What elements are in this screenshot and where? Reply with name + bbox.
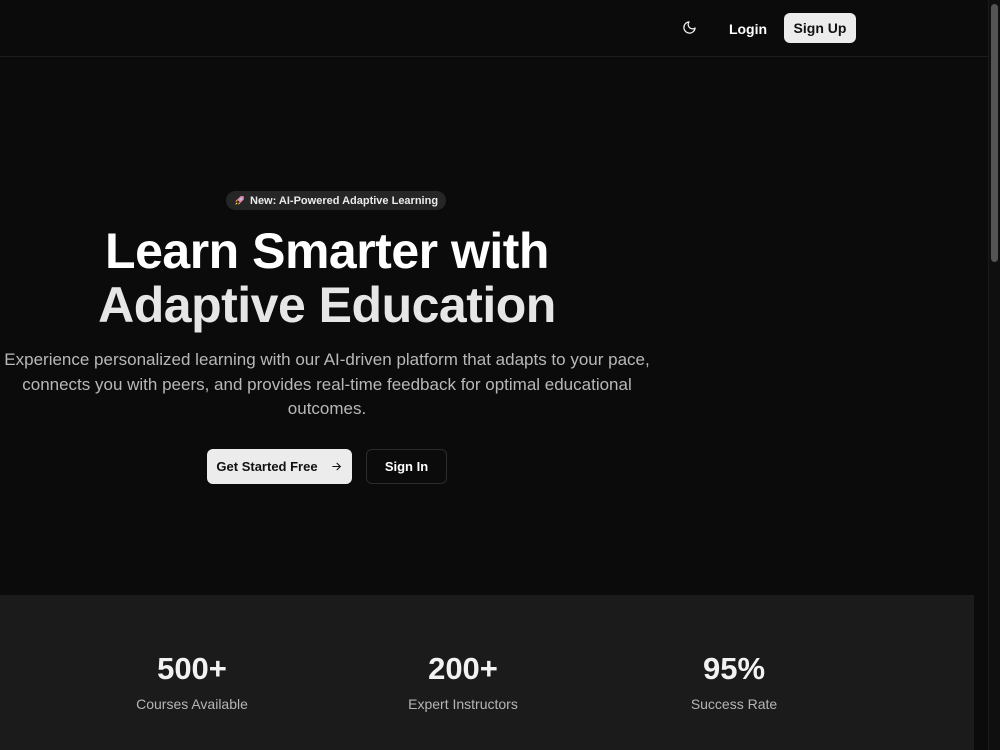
hero-title-line1: Learn Smarter with [105,223,549,279]
badge-text: New: AI-Powered Adaptive Learning [250,194,439,207]
stat-label: Expert Instructors [408,696,518,712]
vertical-scrollbar[interactable] [988,0,1000,750]
stat-label: Courses Available [136,696,248,712]
signup-button[interactable]: Sign Up [784,13,856,43]
stats-section: 500+ Courses Available 200+ Expert Instr… [0,595,974,750]
stat-label: Success Rate [690,696,778,712]
sign-in-button[interactable]: Sign In [366,449,447,484]
hero-title: Learn Smarter with Adaptive Education [0,224,654,332]
top-navbar: Login Sign Up [0,0,988,57]
get-started-label: Get Started Free [216,459,318,474]
stat-value: 200+ [428,651,498,686]
rocket-icon [234,195,245,206]
moon-icon [682,20,696,34]
login-button[interactable]: Login [722,14,774,44]
landing-page: Login Sign Up New: AI-Powered Adaptive L… [0,0,1000,750]
theme-toggle-button[interactable] [678,16,700,38]
stat-value: 500+ [157,651,227,686]
announcement-badge: New: AI-Powered Adaptive Learning [226,191,447,210]
scrollbar-thumb[interactable] [991,4,998,262]
get-started-button[interactable]: Get Started Free [207,449,352,484]
stat-value: 95% [702,651,766,686]
arrow-right-icon [331,462,341,471]
hero-title-line2: Adaptive Education [98,277,556,333]
hero-description: Experience personalized learning with ou… [4,350,650,418]
